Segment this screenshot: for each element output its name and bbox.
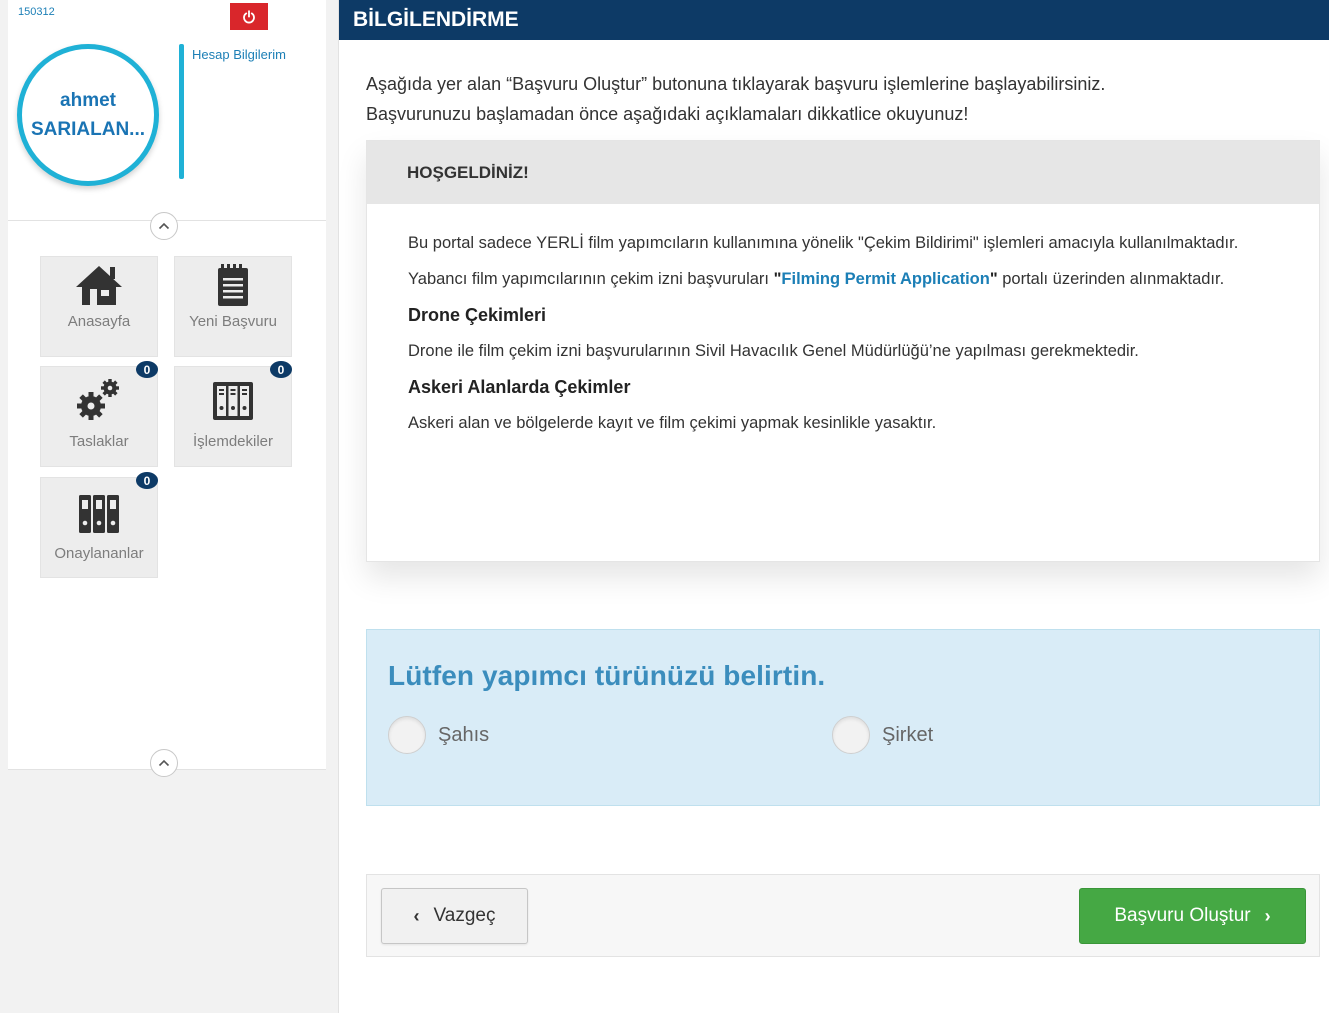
local-producers-note: Bu portal sadece YERLİ film yapımcıların… xyxy=(408,234,1239,252)
user-first-name: ahmet xyxy=(60,90,116,111)
chevron-up-icon xyxy=(158,222,170,230)
user-last-name: SARIALAN... xyxy=(31,119,145,140)
radio-company[interactable]: Şirket xyxy=(832,716,933,754)
filming-permit-link[interactable]: Filming Permit Application xyxy=(781,270,989,288)
tile-new-application[interactable]: Yeni Başvuru xyxy=(174,256,292,357)
home-icon xyxy=(76,266,122,305)
chevron-left-icon: ‹ xyxy=(413,905,420,926)
notepad-icon xyxy=(218,264,248,306)
logout-button[interactable] xyxy=(230,3,268,30)
action-bar: ‹ Vazgeç Başvuru Oluştur › xyxy=(366,874,1320,957)
producer-type-title: Lütfen yapımcı türünüzü belirtin. xyxy=(388,660,826,691)
collapse-profile-button[interactable] xyxy=(150,212,178,240)
archive-icon xyxy=(79,495,119,533)
foreign-producers-note: Yabancı film yapımcılarının çekim izni b… xyxy=(408,270,1225,288)
avatar: ahmet SARIALAN... xyxy=(17,44,159,186)
tile-new-application-label: Yeni Başvuru xyxy=(189,313,277,330)
drone-heading: Drone Çekimleri xyxy=(408,305,547,325)
radio-company-label: Şirket xyxy=(882,723,934,746)
intro-text: Aşağıda yer alan “Başvuru Oluştur” buton… xyxy=(366,69,1306,129)
cancel-button[interactable]: ‹ Vazgeç xyxy=(381,888,528,944)
sidebar-panel: 150312 ahmet SARIALAN... Hesap Bilgileri… xyxy=(8,0,326,777)
power-icon xyxy=(243,9,255,23)
radio-individual-label: Şahıs xyxy=(438,723,490,746)
gears-icon xyxy=(77,379,119,420)
account-divider xyxy=(179,44,184,179)
drone-note: Drone ile film çekim izni başvurularının… xyxy=(408,342,1139,360)
tile-in-progress[interactable]: İşlemdekiler 0 xyxy=(174,361,292,467)
tile-approved-label: Onaylananlar xyxy=(54,545,144,562)
chevron-up-icon xyxy=(158,759,170,767)
tile-approved-badge: 0 xyxy=(136,472,158,489)
radio-company-circle[interactable] xyxy=(832,716,870,754)
intro-line-2: Başvurunuzu başlamadan önce aşağıdaki aç… xyxy=(366,104,969,124)
welcome-title: HOŞGELDİNİZ! xyxy=(367,141,1319,204)
tile-approved[interactable]: Onaylananlar 0 xyxy=(40,472,158,578)
create-application-label: Başvuru Oluştur xyxy=(1114,905,1251,926)
radio-individual-circle[interactable] xyxy=(388,716,426,754)
user-code: 150312 xyxy=(18,6,55,18)
create-application-button[interactable]: Başvuru Oluştur › xyxy=(1079,888,1306,944)
tile-home-label: Anasayfa xyxy=(67,313,131,330)
tile-in-progress-badge: 0 xyxy=(270,361,292,378)
military-heading: Askeri Alanlarda Çekimler xyxy=(408,377,631,397)
cancel-button-label: Vazgeç xyxy=(433,905,496,926)
account-info-link[interactable]: Hesap Bilgilerim xyxy=(192,47,286,62)
radio-individual[interactable]: Şahıs xyxy=(388,716,489,754)
binders-icon xyxy=(213,382,253,420)
tile-home[interactable]: Anasayfa xyxy=(40,256,158,357)
tile-drafts[interactable]: Taslaklar 0 xyxy=(40,361,158,467)
tile-in-progress-label: İşlemdekiler xyxy=(192,433,274,450)
tile-drafts-label: Taslaklar xyxy=(69,433,129,450)
sidebar: 150312 ahmet SARIALAN... Hesap Bilgileri… xyxy=(0,0,339,1013)
intro-line-1: Aşağıda yer alan “Başvuru Oluştur” buton… xyxy=(366,74,1106,94)
producer-type-panel: Lütfen yapımcı türünüzü belirtin. Şahıs … xyxy=(366,629,1320,806)
chevron-right-icon: › xyxy=(1264,905,1271,926)
welcome-panel: HOŞGELDİNİZ! Bu portal sadece YERLİ film… xyxy=(366,140,1320,562)
welcome-body: Bu portal sadece YERLİ film yapımcıların… xyxy=(408,230,1288,446)
military-note: Askeri alan ve bölgelerde kayıt ve film … xyxy=(408,414,937,432)
page-title: BİLGİLENDİRME xyxy=(339,0,1329,40)
collapse-menu-button[interactable] xyxy=(150,749,178,777)
tile-drafts-badge: 0 xyxy=(136,361,158,378)
